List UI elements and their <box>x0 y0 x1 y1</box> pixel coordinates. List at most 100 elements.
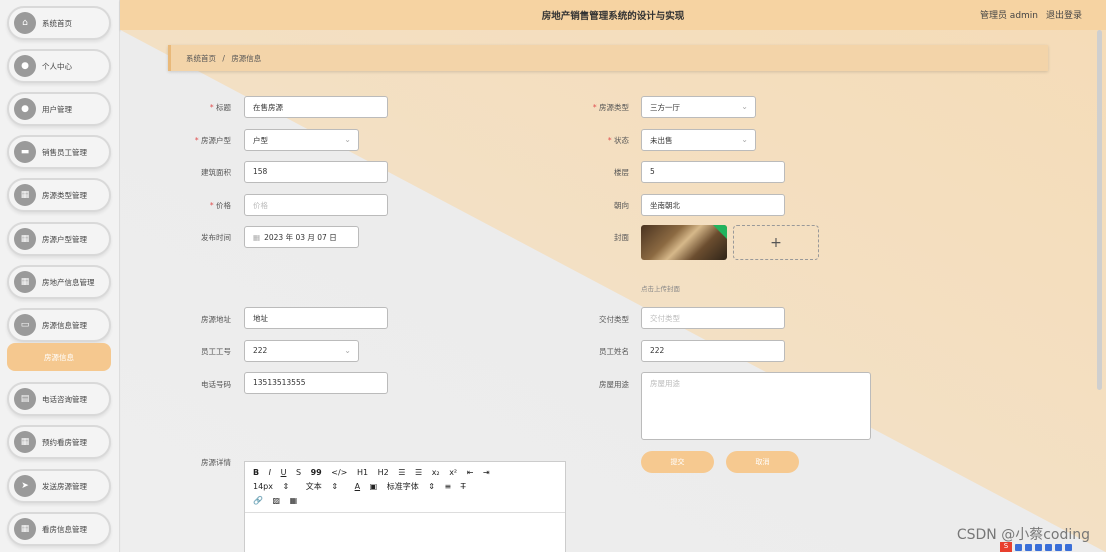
sidebar-item-house-info[interactable]: ▭ 房源信息管理 <box>7 308 111 342</box>
status-select[interactable]: 未出售 ⌄ <box>641 129 756 151</box>
font-color-icon[interactable]: A <box>355 482 360 491</box>
sidebar-item-label: 房地产信息管理 <box>42 277 95 287</box>
logout-link[interactable]: 退出登录 <box>1046 8 1082 21</box>
price-input[interactable]: 价格 <box>244 194 388 216</box>
h1-button[interactable]: H1 <box>357 468 368 477</box>
ime-keyboard-icon <box>1045 543 1052 551</box>
sidebar-item-booking[interactable]: ▦ 预约看房管理 <box>7 425 111 459</box>
sidebar-item-home[interactable]: ⌂ 系统首页 <box>7 6 111 40</box>
cover-hint: 点击上传封面 <box>641 285 680 293</box>
address-label: 房源地址 <box>201 315 231 324</box>
type-select[interactable]: 三方一厅 ⌄ <box>641 96 756 118</box>
italic-button[interactable]: I <box>269 468 271 477</box>
type-label: 房源类型 <box>549 102 629 113</box>
sidebar-item-profile[interactable]: ● 个人中心 <box>7 49 111 83</box>
layout-select[interactable]: 户型 ⌄ <box>244 129 359 151</box>
page-scrollbar[interactable] <box>1097 30 1102 390</box>
align-icon[interactable]: ≡ <box>445 482 452 491</box>
sidebar-item-house-layout[interactable]: ▦ 房源户型管理 <box>7 222 111 256</box>
date-picker[interactable]: ▦ 2023 年 03 月 07 日 <box>244 226 359 248</box>
usage-label: 房屋用途 <box>599 380 629 389</box>
sidebar-item-estate-info[interactable]: ▦ 房地产信息管理 <box>7 265 111 299</box>
sidebar-item-send-house[interactable]: ➤ 发送房源管理 <box>7 469 111 503</box>
sidebar-subitem-house-info[interactable]: 房源信息 <box>7 343 111 371</box>
chevron-icon: ⇕ <box>331 482 339 491</box>
area-input[interactable]: 158 <box>244 161 388 183</box>
font-family-select[interactable]: 标准字体 <box>387 482 419 491</box>
app-title: 房地产销售管理系统的设计与实现 <box>541 11 685 22</box>
send-icon: ➤ <box>14 475 36 497</box>
clear-format-icon[interactable]: T̶ <box>461 482 466 491</box>
sidebar-item-house-type[interactable]: ▦ 房源类型管理 <box>7 178 111 212</box>
grid-icon: ▦ <box>14 431 36 453</box>
ordered-list-button[interactable]: ☰ <box>398 468 405 477</box>
chevron-down-icon: ⌄ <box>741 102 748 111</box>
orientation-input[interactable]: 坐南朝北 <box>641 194 785 216</box>
sidebar-item-viewing-info[interactable]: ▦ 看房信息管理 <box>7 512 111 546</box>
sidebar-item-label: 房源类型管理 <box>42 190 87 200</box>
employee-name-label: 员工姓名 <box>599 347 629 356</box>
bullet-list-button[interactable]: ☰ <box>415 468 422 477</box>
id-card-icon: ▬ <box>14 141 36 163</box>
grid-icon: ▦ <box>14 228 36 250</box>
detail-label: 房源详情 <box>201 458 231 467</box>
area-label: 建筑面积 <box>201 168 231 177</box>
sidebar-item-sales-staff[interactable]: ▬ 销售员工管理 <box>7 135 111 169</box>
sidebar-item-label: 用户管理 <box>42 104 72 114</box>
employee-name-input[interactable]: 222 <box>641 340 785 362</box>
outdent-button[interactable]: ⇤ <box>467 468 474 477</box>
cancel-button[interactable]: 取消 <box>726 451 799 473</box>
top-header: 房地产销售管理系统的设计与实现 管理员 admin 退出登录 <box>120 0 1106 30</box>
sidebar-item-label: 电话咨询管理 <box>42 394 87 404</box>
chat-icon: ▭ <box>14 314 36 336</box>
image-icon[interactable]: ▨ <box>273 496 281 505</box>
main-content: 系统首页 / 房源信息 标题 在售房源 房源类型 三方一厅⌄ 房源户型 户型⌄ … <box>121 30 1106 552</box>
chevron-icon: ⇕ <box>282 482 290 491</box>
editor-toolbar: B I U S 99 </> H1 H2 ☰ ☰ x₂ x² ⇤ ⇥ 14px … <box>245 462 565 513</box>
video-icon[interactable]: ▦ <box>290 496 298 505</box>
sidebar: ⌂ 系统首页 ● 个人中心 ● 用户管理 ▬ 销售员工管理 ▦ 房源类型管理 ▦… <box>0 0 120 552</box>
indent-button[interactable]: ⇥ <box>483 468 490 477</box>
underline-button[interactable]: U <box>281 468 287 477</box>
font-size-select[interactable]: 14px <box>253 482 273 491</box>
title-input[interactable]: 在售房源 <box>244 96 388 118</box>
phone-input[interactable]: 13513513555 <box>244 372 388 394</box>
home-icon: ⌂ <box>14 12 36 34</box>
sidebar-item-users[interactable]: ● 用户管理 <box>7 92 111 126</box>
cover-image[interactable] <box>641 225 727 260</box>
sidebar-item-label: 看房信息管理 <box>42 524 87 534</box>
bold-button[interactable]: B <box>253 468 259 477</box>
breadcrumb-home[interactable]: 系统首页 <box>186 54 216 63</box>
cover-label: 封面 <box>614 233 629 242</box>
sidebar-item-phone-consult[interactable]: ▤ 电话咨询管理 <box>7 382 111 416</box>
sidebar-item-label: 个人中心 <box>42 61 72 71</box>
chevron-down-icon: ⌄ <box>344 346 351 355</box>
delivery-input[interactable]: 交付类型 <box>641 307 785 329</box>
rich-text-editor[interactable]: B I U S 99 </> H1 H2 ☰ ☰ x₂ x² ⇤ ⇥ 14px … <box>244 461 566 552</box>
cover-upload-button[interactable]: + <box>733 225 819 260</box>
breadcrumb: 系统首页 / 房源信息 <box>168 45 1048 71</box>
address-input[interactable]: 地址 <box>244 307 388 329</box>
floor-input[interactable]: 5 <box>641 161 785 183</box>
link-icon[interactable]: 🔗 <box>253 496 263 505</box>
text-type-select[interactable]: 文本 <box>306 482 322 491</box>
type-value: 三方一厅 <box>650 103 680 112</box>
code-button[interactable]: </> <box>331 468 347 477</box>
sidebar-item-label: 系统首页 <box>42 18 72 28</box>
current-user: 管理员 admin <box>979 11 1038 21</box>
quote-button[interactable]: 99 <box>311 468 322 477</box>
employee-no-select[interactable]: 222 ⌄ <box>244 340 359 362</box>
ime-punct-icon <box>1025 543 1032 551</box>
submit-button[interactable]: 提交 <box>641 451 714 473</box>
background-color-icon[interactable]: ▣ <box>370 482 378 491</box>
h2-button[interactable]: H2 <box>378 468 389 477</box>
breadcrumb-current: 房源信息 <box>231 54 262 63</box>
usage-textarea[interactable]: 房屋用途 <box>641 372 871 440</box>
grid-icon: ▦ <box>14 518 36 540</box>
strike-button[interactable]: S <box>296 468 301 477</box>
chevron-icon: ⇕ <box>428 482 435 491</box>
subscript-button[interactable]: x₂ <box>432 468 440 477</box>
uploaded-check-icon <box>713 225 727 239</box>
superscript-button[interactable]: x² <box>449 468 457 477</box>
sidebar-item-label: 房源信息管理 <box>42 320 87 330</box>
